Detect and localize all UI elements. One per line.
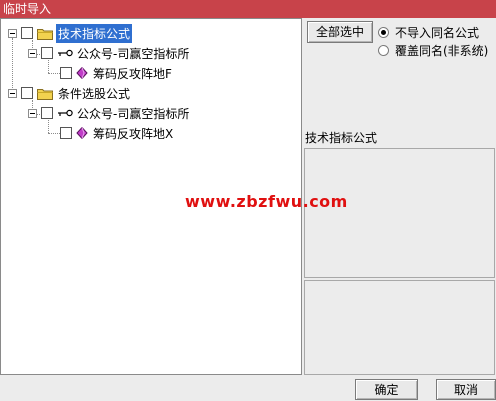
cancel-button[interactable]: 取消	[436, 379, 496, 400]
tree-node-label: 公众号-司赢空指标所	[77, 106, 190, 121]
watermark-text: www.zbzfwu.com	[185, 192, 348, 211]
key-icon	[58, 109, 73, 117]
radio-overwrite-duplicates[interactable]	[378, 45, 389, 56]
key-icon	[58, 49, 73, 57]
tree-node-label: 筹码反攻阵地X	[93, 126, 174, 141]
folder-icon	[37, 28, 53, 40]
node-checkbox[interactable]	[60, 67, 72, 79]
tree-connector	[48, 133, 60, 134]
radio-skip-duplicates[interactable]	[378, 27, 389, 38]
formula-gem-icon	[76, 67, 88, 79]
option-overwrite-duplicates[interactable]: 覆盖同名(非系统)	[378, 42, 488, 59]
title-bar: 临时导入	[0, 0, 496, 18]
select-all-button[interactable]: 全部选中	[307, 21, 373, 43]
description-panel-upper	[304, 148, 495, 278]
collapse-toggle[interactable]	[8, 28, 17, 38]
option-skip-duplicates[interactable]: 不导入同名公式	[378, 24, 479, 41]
tree-node-label: 公众号-司赢空指标所	[77, 46, 190, 61]
tree-node-formula[interactable]: 筹码反攻阵地F	[60, 64, 174, 82]
tree-node-label: 技术指标公式	[56, 23, 133, 43]
tree-node-author[interactable]: 公众号-司赢空指标所	[28, 44, 191, 62]
tree-node-folder[interactable]: 技术指标公式	[8, 23, 133, 43]
node-checkbox[interactable]	[21, 27, 33, 39]
tree-connector	[48, 73, 60, 74]
node-checkbox[interactable]	[60, 127, 72, 139]
tree-node-label: 条件选股公式	[58, 86, 131, 101]
tree-node-label: 筹码反攻阵地F	[93, 66, 172, 81]
tree-node-formula[interactable]: 筹码反攻阵地X	[60, 124, 175, 142]
description-title: 技术指标公式	[305, 131, 378, 145]
node-checkbox[interactable]	[21, 87, 33, 99]
formula-gem-icon	[76, 127, 88, 139]
collapse-toggle[interactable]	[28, 108, 37, 118]
folder-icon	[37, 88, 53, 100]
collapse-toggle[interactable]	[28, 48, 37, 58]
window-title: 临时导入	[3, 2, 52, 16]
description-panel-lower	[304, 280, 495, 375]
option-label: 不导入同名公式	[395, 26, 480, 40]
option-label: 覆盖同名(非系统)	[395, 44, 489, 58]
collapse-toggle[interactable]	[8, 88, 17, 98]
node-checkbox[interactable]	[41, 107, 53, 119]
node-checkbox[interactable]	[41, 47, 53, 59]
ok-button[interactable]: 确定	[355, 379, 418, 400]
tree-node-folder[interactable]: 条件选股公式	[8, 84, 132, 102]
tree-node-author[interactable]: 公众号-司赢空指标所	[28, 104, 191, 122]
